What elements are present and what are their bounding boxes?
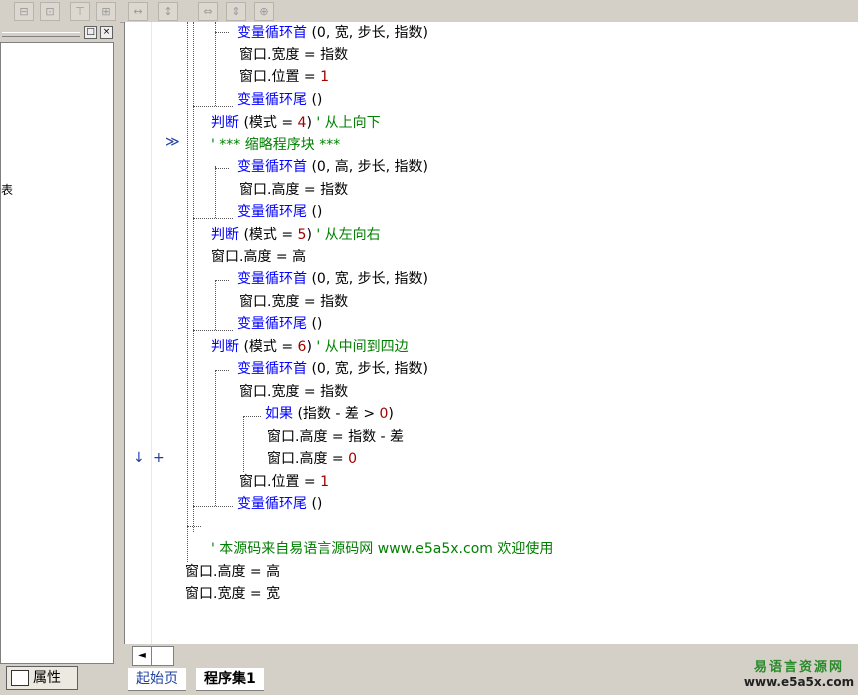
flow-line-if bbox=[243, 416, 244, 472]
flow-line-outer bbox=[187, 22, 188, 562]
align-left-icon[interactable]: ⊟ bbox=[14, 2, 34, 21]
code-line[interactable]: 窗口.宽度 = 指数 bbox=[239, 383, 348, 401]
watermark-url: www.e5a5x.com bbox=[743, 675, 855, 689]
properties-icon bbox=[11, 670, 29, 686]
flow-h5 bbox=[215, 280, 229, 281]
site-watermark: 易语言资源网 www.e5a5x.com bbox=[740, 656, 858, 694]
code-line-judge[interactable]: 判断 (模式 = 4) ' 从上向下 bbox=[211, 114, 381, 132]
flow-h9 bbox=[193, 506, 233, 507]
code-line[interactable]: 窗口.宽度 = 指数 bbox=[239, 293, 348, 311]
flow-h7 bbox=[215, 370, 229, 371]
code-line[interactable]: 窗口.位置 = 1 bbox=[239, 473, 329, 491]
code-line[interactable]: 窗口.高度 = 0 bbox=[267, 450, 357, 468]
code-line-loop-head[interactable]: 变量循环首 (0, 宽, 步长, 指数) bbox=[237, 24, 428, 42]
flow-line-judge bbox=[193, 22, 194, 532]
tree-label-fragment[interactable]: 表 bbox=[1, 181, 13, 198]
align-middle-icon[interactable]: ⊞ bbox=[96, 2, 116, 21]
flow-line-loop4 bbox=[215, 370, 216, 506]
horizontal-scrollbar[interactable]: ◄ bbox=[132, 646, 174, 666]
panel-titlebar: □ × bbox=[0, 26, 116, 40]
maximize-icon[interactable]: □ bbox=[84, 26, 97, 39]
flow-h8 bbox=[243, 416, 261, 417]
tab-program-set-1[interactable]: 程序集1 bbox=[196, 668, 264, 691]
properties-tab-label: 属性 bbox=[33, 670, 61, 686]
panel-content: 表 bbox=[0, 42, 114, 664]
scroll-left-icon[interactable]: ◄ bbox=[133, 647, 152, 665]
close-icon[interactable]: × bbox=[100, 26, 113, 39]
flow-h2 bbox=[193, 106, 233, 107]
tab-start-page[interactable]: 起始页 bbox=[128, 668, 186, 691]
code-line-collapsed-comment[interactable]: ' *** 缩略程序块 *** bbox=[211, 136, 340, 154]
toolbar: ⊟ ⊡ ⊤ ⊞ ↔ ↕ ⇔ ⇕ ⊕ bbox=[0, 0, 858, 23]
same-height-icon[interactable]: ⇕ bbox=[226, 2, 246, 21]
editor-gutter: ≫ ↓ bbox=[125, 22, 180, 644]
space-v-icon[interactable]: ↕ bbox=[158, 2, 178, 21]
flow-h10 bbox=[187, 526, 201, 527]
flow-h3 bbox=[215, 168, 229, 169]
same-width-icon[interactable]: ⇔ bbox=[198, 2, 218, 21]
watermark-title: 易语言资源网 bbox=[753, 660, 844, 675]
code-line[interactable]: 窗口.高度 = 指数 - 差 bbox=[267, 428, 404, 446]
code-line-judge[interactable]: 判断 (模式 = 5) ' 从左向右 bbox=[211, 226, 381, 244]
flow-h6 bbox=[193, 330, 233, 331]
code-line-comment[interactable]: ' 本源码来自易语言源码网 www.e5a5x.com 欢迎使用 bbox=[211, 540, 553, 558]
space-h-icon[interactable]: ↔ bbox=[128, 2, 148, 21]
code-line-loop-tail[interactable]: 变量循环尾 () bbox=[237, 495, 322, 513]
same-size-icon[interactable]: ⊕ bbox=[254, 2, 274, 21]
left-panel: □ × 表 bbox=[0, 22, 120, 668]
align-top-icon[interactable]: ⊤ bbox=[70, 2, 90, 21]
code-line-loop-head[interactable]: 变量循环首 (0, 高, 步长, 指数) bbox=[237, 158, 428, 176]
code-line[interactable]: 窗口.位置 = 1 bbox=[239, 68, 329, 86]
align-center-icon[interactable]: ⊡ bbox=[40, 2, 60, 21]
code-line[interactable]: 窗口.高度 = 指数 bbox=[239, 181, 348, 199]
code-line[interactable]: 窗口.高度 = 高 bbox=[211, 248, 306, 266]
collapsed-block-marker[interactable]: ≫ bbox=[165, 134, 180, 150]
code-line-loop-tail[interactable]: 变量循环尾 () bbox=[237, 203, 322, 221]
code-editor[interactable]: ≫ ↓ + 变量循环首 (0, 宽, 步长, 指数) 窗口.宽度 = 指数 窗口… bbox=[124, 22, 858, 644]
flow-line-loop1 bbox=[215, 22, 216, 106]
code-line-loop-tail[interactable]: 变量循环尾 () bbox=[237, 91, 322, 109]
code-line-loop-head[interactable]: 变量循环首 (0, 宽, 步长, 指数) bbox=[237, 360, 428, 378]
code-line-loop-head[interactable]: 变量循环首 (0, 宽, 步长, 指数) bbox=[237, 270, 428, 288]
flow-h4 bbox=[193, 218, 233, 219]
code-line-loop-tail[interactable]: 变量循环尾 () bbox=[237, 315, 322, 333]
code-line-judge[interactable]: 判断 (模式 = 6) ' 从中间到四边 bbox=[211, 338, 409, 356]
plus-icon[interactable]: + bbox=[153, 450, 165, 466]
code-line[interactable]: 窗口.高度 = 高 bbox=[185, 563, 280, 581]
flow-line-loop3 bbox=[215, 280, 216, 330]
code-line-if[interactable]: 如果 (指数 - 差 > 0) bbox=[265, 405, 394, 423]
flow-line-loop2 bbox=[215, 166, 216, 218]
grip bbox=[2, 32, 80, 37]
code-line[interactable]: 窗口.宽度 = 宽 bbox=[185, 585, 280, 603]
flow-down-arrow-icon: ↓ bbox=[133, 450, 145, 466]
flow-h1 bbox=[215, 32, 229, 33]
properties-tab[interactable]: 属性 bbox=[6, 666, 78, 690]
code-line[interactable]: 窗口.宽度 = 指数 bbox=[239, 46, 348, 64]
